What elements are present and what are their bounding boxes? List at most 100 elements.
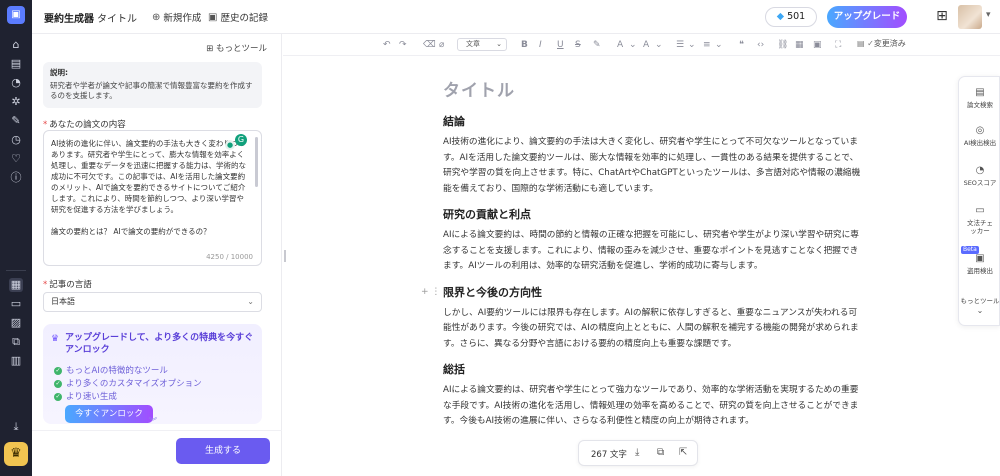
upgrade-button[interactable]: アップグレード bbox=[827, 6, 907, 28]
rail-divider bbox=[6, 270, 26, 271]
chevron-down-icon[interactable]: ⌄ bbox=[715, 38, 723, 52]
crown-icon[interactable]: ♛ bbox=[4, 442, 28, 466]
block-drag-handle-icon[interactable]: + ⋮⋮ bbox=[421, 287, 449, 297]
undo-icon[interactable]: ↶ bbox=[383, 38, 391, 52]
grammar-checker-tool[interactable]: ▭ 文法チェッカー bbox=[959, 205, 1000, 235]
more-tools-link[interactable]: ⊞ もっとツール bbox=[206, 42, 267, 54]
summary-tool-icon[interactable]: ▦ bbox=[9, 278, 23, 292]
bold-icon[interactable]: B bbox=[521, 38, 528, 52]
line-height-icon[interactable]: ☰ bbox=[676, 38, 684, 52]
pen-icon[interactable]: ✎ bbox=[9, 114, 23, 128]
align-icon[interactable]: ≡ bbox=[703, 38, 711, 52]
more-tools-label: もっとツール bbox=[215, 44, 267, 54]
download-icon[interactable]: ⤓ bbox=[9, 420, 23, 434]
promo-item-label: より速い生成 bbox=[66, 392, 117, 402]
double-chevron-down-icon[interactable]: ︾ bbox=[149, 416, 157, 427]
description-text: 研究者や学者が論文や記事の簡潔で情報豊富な要約を作成するのを支援します。 bbox=[50, 81, 253, 100]
check-circle-icon[interactable]: ◔ bbox=[9, 76, 23, 90]
document-body[interactable]: タイトル 結論 AI技術の進化により、論文要約の手法は大きく変化し、研究者や学生… bbox=[443, 76, 863, 439]
chevron-down-icon: ⌄ bbox=[247, 297, 254, 306]
section-paragraph[interactable]: AIによる論文要約は、時間の節約と情報の正確な把握を可能にし、研究者や学生がより… bbox=[443, 228, 863, 275]
text-color-icon[interactable]: A bbox=[617, 38, 623, 52]
unlock-now-button[interactable]: 今すぐアンロック bbox=[65, 405, 153, 423]
grammarly-icon[interactable]: G bbox=[235, 134, 247, 146]
credits-badge[interactable]: ◆ 501 bbox=[765, 7, 817, 27]
clock-icon[interactable]: ◷ bbox=[9, 133, 23, 147]
italic-icon[interactable]: I bbox=[539, 38, 542, 52]
section-paragraph[interactable]: AI技術の進化により、論文要約の手法は大きく変化し、研究者や学生にとって不可欠な… bbox=[443, 135, 863, 197]
panel-resize-handle[interactable] bbox=[284, 250, 286, 262]
section-heading[interactable]: 総括 bbox=[443, 361, 863, 377]
language-select[interactable]: 日本語 ⌄ bbox=[43, 292, 262, 312]
chevron-down-icon[interactable]: ▾ bbox=[986, 10, 991, 20]
language-value: 日本語 bbox=[51, 297, 75, 306]
apps-grid-icon[interactable]: ⊞ bbox=[934, 8, 950, 24]
section-heading[interactable]: 限界と今後の方向性 bbox=[443, 284, 863, 300]
chevron-down-icon[interactable]: ⌄ bbox=[688, 38, 696, 52]
paper-search-tool[interactable]: ▤ 論文検索 bbox=[959, 87, 1000, 109]
plagiarism-tool[interactable]: ▣ 盗用検出 bbox=[959, 253, 1000, 275]
section-heading[interactable]: 研究の貢献と利点 bbox=[443, 206, 863, 222]
history-label: 歴史の記録 bbox=[220, 13, 268, 24]
new-document-button[interactable]: ⊕ 新規作成 bbox=[152, 10, 202, 25]
copy-icon[interactable]: ⧉ bbox=[657, 447, 664, 458]
image-insert-icon[interactable]: ▣ bbox=[813, 38, 822, 52]
essay-textarea[interactable]: AI技術の進化に伴い、論文要約の手法も大きく変わりつつあります。研究者や学生にと… bbox=[43, 130, 262, 266]
crown-icon: ♛ bbox=[51, 334, 60, 344]
generate-button[interactable]: 生成する bbox=[176, 438, 270, 464]
home-icon[interactable]: ⌂ bbox=[9, 38, 23, 52]
section-paragraph[interactable]: しかし、AI要約ツールには限界も存在します。AIの解釈に依存しすぎると、重要なニ… bbox=[443, 306, 863, 353]
download-icon[interactable]: ⤓ bbox=[635, 447, 639, 458]
grammar-helper-icon[interactable]: ● bbox=[225, 140, 235, 150]
heart-icon[interactable]: ♡ bbox=[9, 152, 23, 166]
share-icon[interactable]: ⇱ bbox=[679, 447, 687, 458]
code-icon[interactable]: ‹› bbox=[757, 38, 764, 52]
new-document-label: 新規作成 bbox=[163, 13, 202, 24]
clear-format-icon[interactable]: ⌀ bbox=[439, 38, 444, 52]
app-logo-icon[interactable]: ▣ bbox=[7, 6, 25, 24]
required-mark: * bbox=[43, 120, 48, 130]
user-avatar[interactable] bbox=[958, 5, 982, 29]
info-icon[interactable]: ⓘ bbox=[9, 171, 23, 185]
document-title-tab[interactable]: タイトル bbox=[97, 10, 137, 25]
language-label-text: 記事の言語 bbox=[49, 280, 92, 290]
text-style-select[interactable]: 文章 ⌄ bbox=[457, 38, 507, 51]
font-size-icon[interactable]: A bbox=[643, 38, 649, 52]
essay-content[interactable]: AI技術の進化に伴い、論文要約の手法も大きく変わりつつあります。研究者や学生にと… bbox=[51, 138, 251, 248]
upgrade-promo-card: ♛ アップグレードして、より多くの特典を今すぐアンロック ✓ もっとAIの特徴的な… bbox=[43, 324, 262, 424]
strikethrough-icon[interactable]: S bbox=[575, 38, 581, 52]
section-paragraph[interactable]: AIによる論文要約は、研究者や学生にとって強力なツールであり、効率的な学術活動を… bbox=[443, 383, 863, 430]
table-icon[interactable]: ▦ bbox=[795, 38, 804, 52]
section-heading[interactable]: 結論 bbox=[443, 113, 863, 129]
format-painter-icon[interactable]: ⌫ bbox=[423, 38, 436, 52]
description-box: 説明: 研究者や学者が論文や記事の簡潔で情報豊富な要約を作成するのを支援します。 bbox=[43, 62, 262, 108]
settings-icon[interactable]: ✲ bbox=[9, 95, 23, 109]
chevron-down-icon[interactable]: ⌄ bbox=[629, 38, 637, 52]
language-label: * 記事の言語 bbox=[43, 278, 92, 290]
document-icon[interactable]: ▤ bbox=[9, 57, 23, 71]
image-icon[interactable]: ▨ bbox=[9, 316, 23, 330]
promo-item: ✓ もっとAIの特徴的なツール bbox=[54, 364, 168, 376]
gauge-icon: ◔ bbox=[975, 165, 985, 176]
saved-status-label: 変更済み bbox=[873, 39, 906, 48]
history-button[interactable]: ▣ 歴史の記録 bbox=[208, 10, 268, 25]
panel-footer-divider bbox=[32, 430, 282, 431]
chat-icon[interactable]: ▭ bbox=[9, 297, 23, 311]
document-title[interactable]: タイトル bbox=[443, 76, 863, 101]
grid-small-icon: ⊞ bbox=[206, 44, 216, 54]
seo-score-tool[interactable]: ◔ SEOスコア bbox=[959, 165, 1000, 187]
stack-icon[interactable]: ⧉ bbox=[9, 335, 23, 349]
redo-icon[interactable]: ↷ bbox=[399, 38, 407, 52]
chevron-down-icon: ⌄ bbox=[496, 40, 502, 48]
tool-label: もっとツール bbox=[960, 297, 1000, 305]
book-icon[interactable]: ▥ bbox=[9, 354, 23, 368]
underline-icon[interactable]: U bbox=[557, 38, 564, 52]
fullscreen-icon[interactable]: ⛶ bbox=[835, 38, 841, 52]
essay-scrollbar[interactable] bbox=[255, 137, 258, 187]
highlight-icon[interactable]: ✎ bbox=[593, 38, 601, 52]
quote-icon[interactable]: ❝ bbox=[739, 38, 744, 52]
more-tools-right[interactable]: もっとツール ⌄ bbox=[959, 295, 1000, 317]
ai-detector-tool[interactable]: ◎ AI検出検出 bbox=[959, 125, 1000, 147]
chevron-down-icon[interactable]: ⌄ bbox=[655, 38, 663, 52]
link-icon[interactable]: ⛓ bbox=[777, 38, 788, 52]
